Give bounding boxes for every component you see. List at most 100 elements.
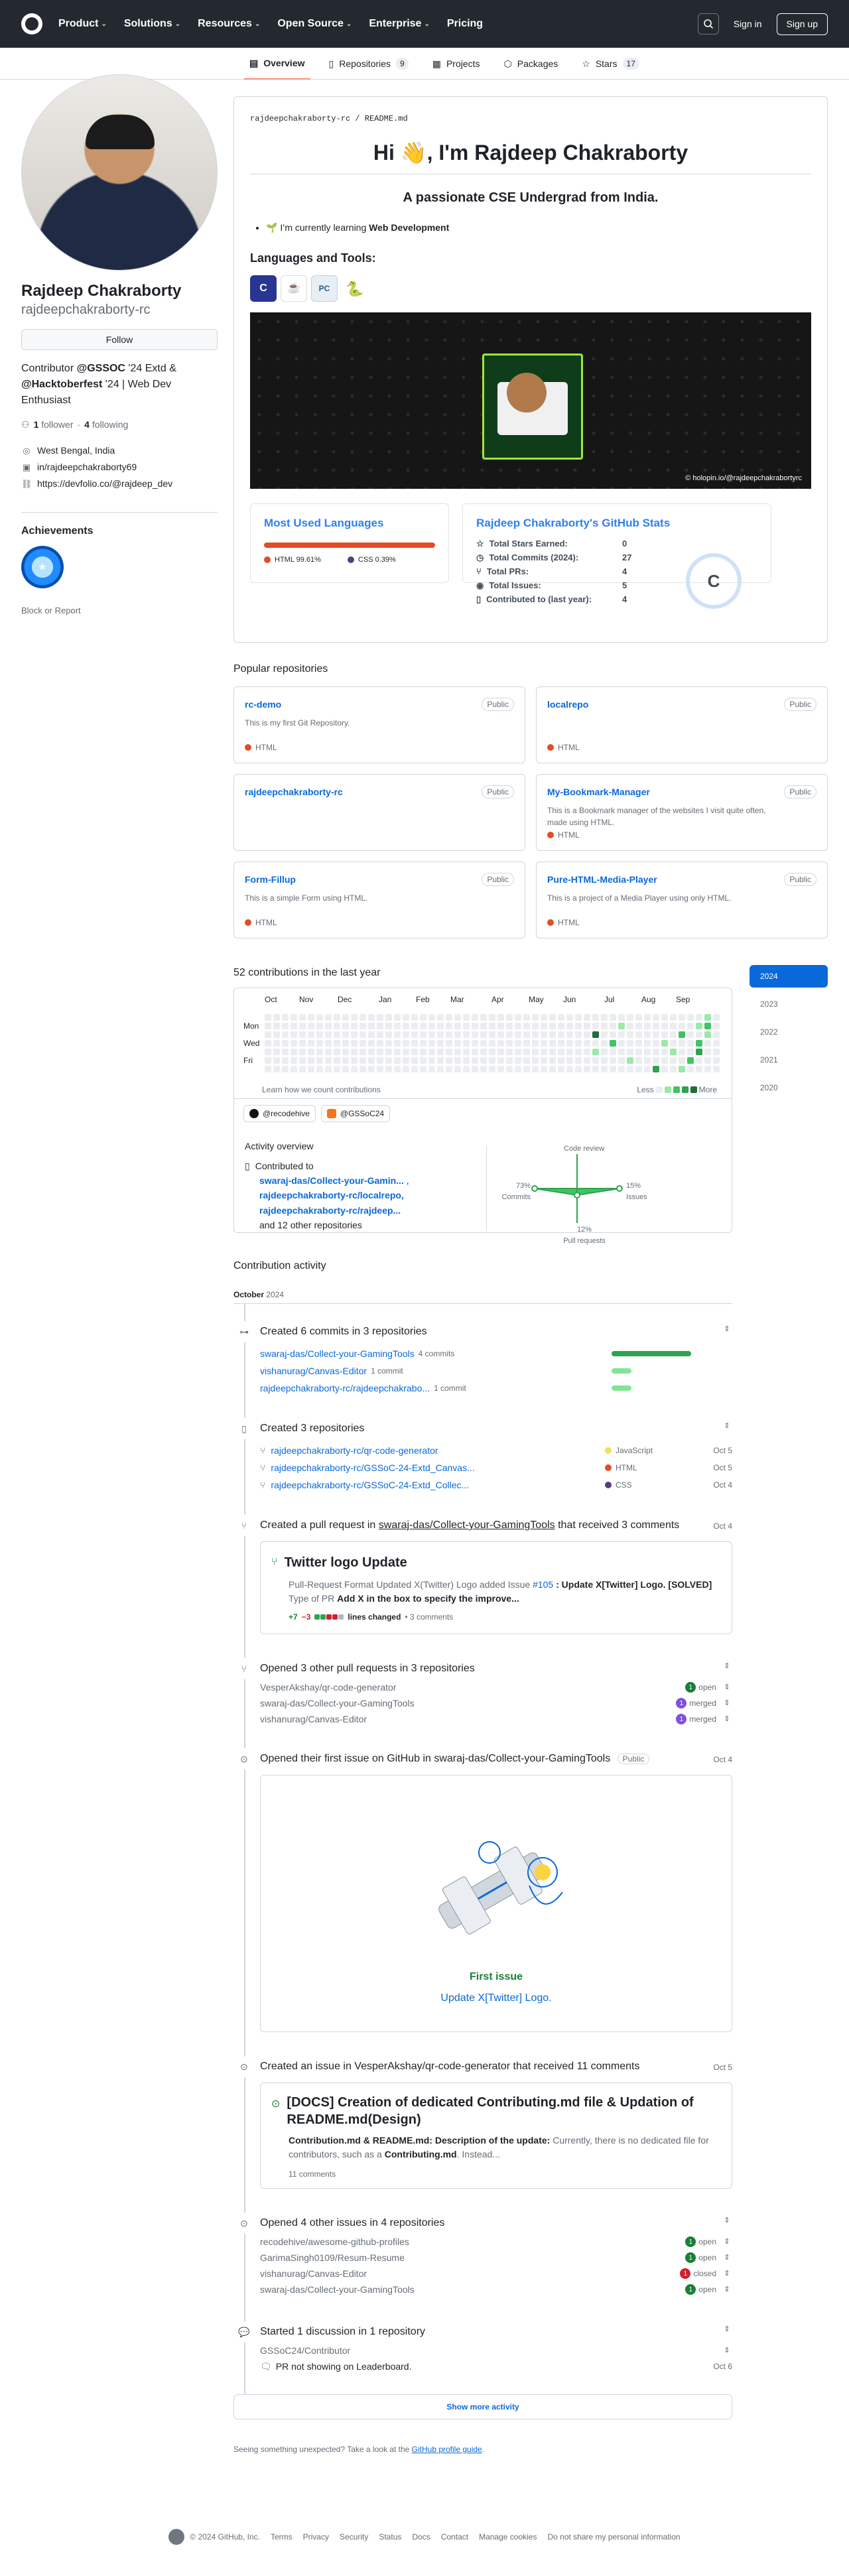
repo-link[interactable]: swaraj-das/Collect-your-GamingTools <box>260 1347 415 1361</box>
contribution-day[interactable] <box>584 1040 590 1047</box>
contribution-day[interactable] <box>549 1066 556 1072</box>
contribution-day[interactable] <box>480 1057 487 1064</box>
contribution-day[interactable] <box>299 1066 306 1072</box>
contribution-day[interactable] <box>385 1031 392 1038</box>
contribution-day[interactable] <box>394 1049 401 1055</box>
contributions-help-link[interactable]: Learn how we count contributions <box>262 1084 381 1096</box>
contribution-day[interactable] <box>506 1031 513 1038</box>
contribution-day[interactable] <box>428 1049 435 1055</box>
contribution-day[interactable] <box>532 1040 539 1047</box>
contribution-day[interactable] <box>661 1023 668 1029</box>
contribution-day[interactable] <box>541 1066 547 1072</box>
contribution-day[interactable] <box>265 1040 271 1047</box>
following-link[interactable]: 4 following <box>84 418 128 432</box>
contribution-day[interactable] <box>523 1031 530 1038</box>
contribution-day[interactable] <box>334 1057 340 1064</box>
contribution-day[interactable] <box>687 1049 694 1055</box>
repo-link[interactable]: rajdeepchakraborty-rc/GSSoC-24-Extd_Canv… <box>271 1461 474 1475</box>
contribution-day[interactable] <box>566 1049 573 1055</box>
contribution-day[interactable] <box>713 1057 720 1064</box>
nav-resources[interactable]: Resources ⌄ <box>198 16 260 32</box>
contribution-day[interactable] <box>601 1014 608 1021</box>
issue-link[interactable]: Update X[Twitter] Logo. <box>271 1990 721 2006</box>
contribution-day[interactable] <box>308 1066 314 1072</box>
contribution-day[interactable] <box>403 1023 409 1029</box>
contribution-day[interactable] <box>679 1014 685 1021</box>
expand-icon[interactable]: ⇕ <box>722 2284 732 2295</box>
contribution-day[interactable] <box>351 1023 358 1029</box>
contribution-day[interactable] <box>541 1014 547 1021</box>
contribution-day[interactable] <box>359 1023 366 1029</box>
contribution-day[interactable] <box>377 1014 383 1021</box>
contribution-day[interactable] <box>428 1031 435 1038</box>
contribution-day[interactable] <box>627 1031 633 1038</box>
contribution-day[interactable] <box>618 1066 625 1072</box>
contribution-day[interactable] <box>497 1031 504 1038</box>
contribution-day[interactable] <box>670 1066 677 1072</box>
contribution-day[interactable] <box>515 1066 521 1072</box>
contribution-day[interactable] <box>299 1040 306 1047</box>
contribution-day[interactable] <box>325 1057 332 1064</box>
contribution-day[interactable] <box>558 1057 564 1064</box>
commit-count-link[interactable]: 4 commits <box>419 1348 455 1360</box>
contribution-day[interactable] <box>670 1031 677 1038</box>
contribution-day[interactable] <box>411 1023 418 1029</box>
contribution-day[interactable] <box>618 1040 625 1047</box>
contribution-day[interactable] <box>368 1014 375 1021</box>
contribution-day[interactable] <box>575 1049 582 1055</box>
contribution-day[interactable] <box>696 1031 702 1038</box>
expand-icon[interactable]: ⇕ <box>722 1714 732 1725</box>
contribution-day[interactable] <box>273 1014 280 1021</box>
contribution-day[interactable] <box>532 1049 539 1055</box>
contribution-day[interactable] <box>463 1031 470 1038</box>
contribution-day[interactable] <box>437 1049 444 1055</box>
contribution-day[interactable] <box>575 1031 582 1038</box>
achievement-badge-icon[interactable]: ★ <box>21 546 64 588</box>
readme-owner-link[interactable]: rajdeepchakraborty-rc <box>250 114 350 123</box>
contribution-day[interactable] <box>411 1066 418 1072</box>
contribution-day[interactable] <box>342 1057 349 1064</box>
contribution-day[interactable] <box>635 1014 642 1021</box>
contribution-day[interactable] <box>368 1023 375 1029</box>
repo-link[interactable]: rajdeepchakraborty-rc/GSSoC-24-Extd_Coll… <box>271 1478 469 1492</box>
contribution-day[interactable] <box>472 1014 478 1021</box>
contribution-day[interactable] <box>420 1049 426 1055</box>
contribution-day[interactable] <box>291 1040 297 1047</box>
contribution-day[interactable] <box>618 1049 625 1055</box>
footer-do-not-share[interactable]: Do not share my personal information <box>547 2531 680 2543</box>
contribution-day[interactable] <box>497 1057 504 1064</box>
contribution-day[interactable] <box>610 1014 616 1021</box>
contribution-day[interactable] <box>644 1049 651 1055</box>
contribution-day[interactable] <box>463 1057 470 1064</box>
contribution-day[interactable] <box>454 1040 461 1047</box>
contribution-day[interactable] <box>291 1057 297 1064</box>
contribution-day[interactable] <box>351 1014 358 1021</box>
contribution-day[interactable] <box>515 1023 521 1029</box>
contribution-day[interactable] <box>584 1023 590 1029</box>
contribution-day[interactable] <box>316 1066 323 1072</box>
contribution-day[interactable] <box>610 1040 616 1047</box>
linkedin-link[interactable]: in/rajdeepchakraborty69 <box>37 460 137 474</box>
contribution-day[interactable] <box>463 1066 470 1072</box>
contribution-day[interactable] <box>489 1057 495 1064</box>
contribution-day[interactable] <box>273 1049 280 1055</box>
contribution-day[interactable] <box>368 1057 375 1064</box>
contribution-day[interactable] <box>687 1014 694 1021</box>
contribution-day[interactable] <box>523 1040 530 1047</box>
collapse-icon[interactable]: ⇕ <box>722 2215 732 2226</box>
contribution-day[interactable] <box>428 1057 435 1064</box>
contribution-day[interactable] <box>368 1049 375 1055</box>
repo-link[interactable]: swaraj-das/Collect-your-GamingTools <box>260 1697 415 1710</box>
contribution-day[interactable] <box>635 1023 642 1029</box>
contribution-day[interactable] <box>377 1057 383 1064</box>
contribution-day[interactable] <box>592 1014 599 1021</box>
expand-icon[interactable]: ⇕ <box>722 2268 732 2280</box>
contribution-day[interactable] <box>308 1023 314 1029</box>
commit-count-link[interactable]: 1 commit <box>434 1382 466 1394</box>
contribution-day[interactable] <box>575 1057 582 1064</box>
contribution-day[interactable] <box>618 1057 625 1064</box>
contribution-day[interactable] <box>610 1066 616 1072</box>
contribution-day[interactable] <box>472 1057 478 1064</box>
contribution-day[interactable] <box>342 1049 349 1055</box>
footer-link-docs[interactable]: Docs <box>412 2531 430 2543</box>
